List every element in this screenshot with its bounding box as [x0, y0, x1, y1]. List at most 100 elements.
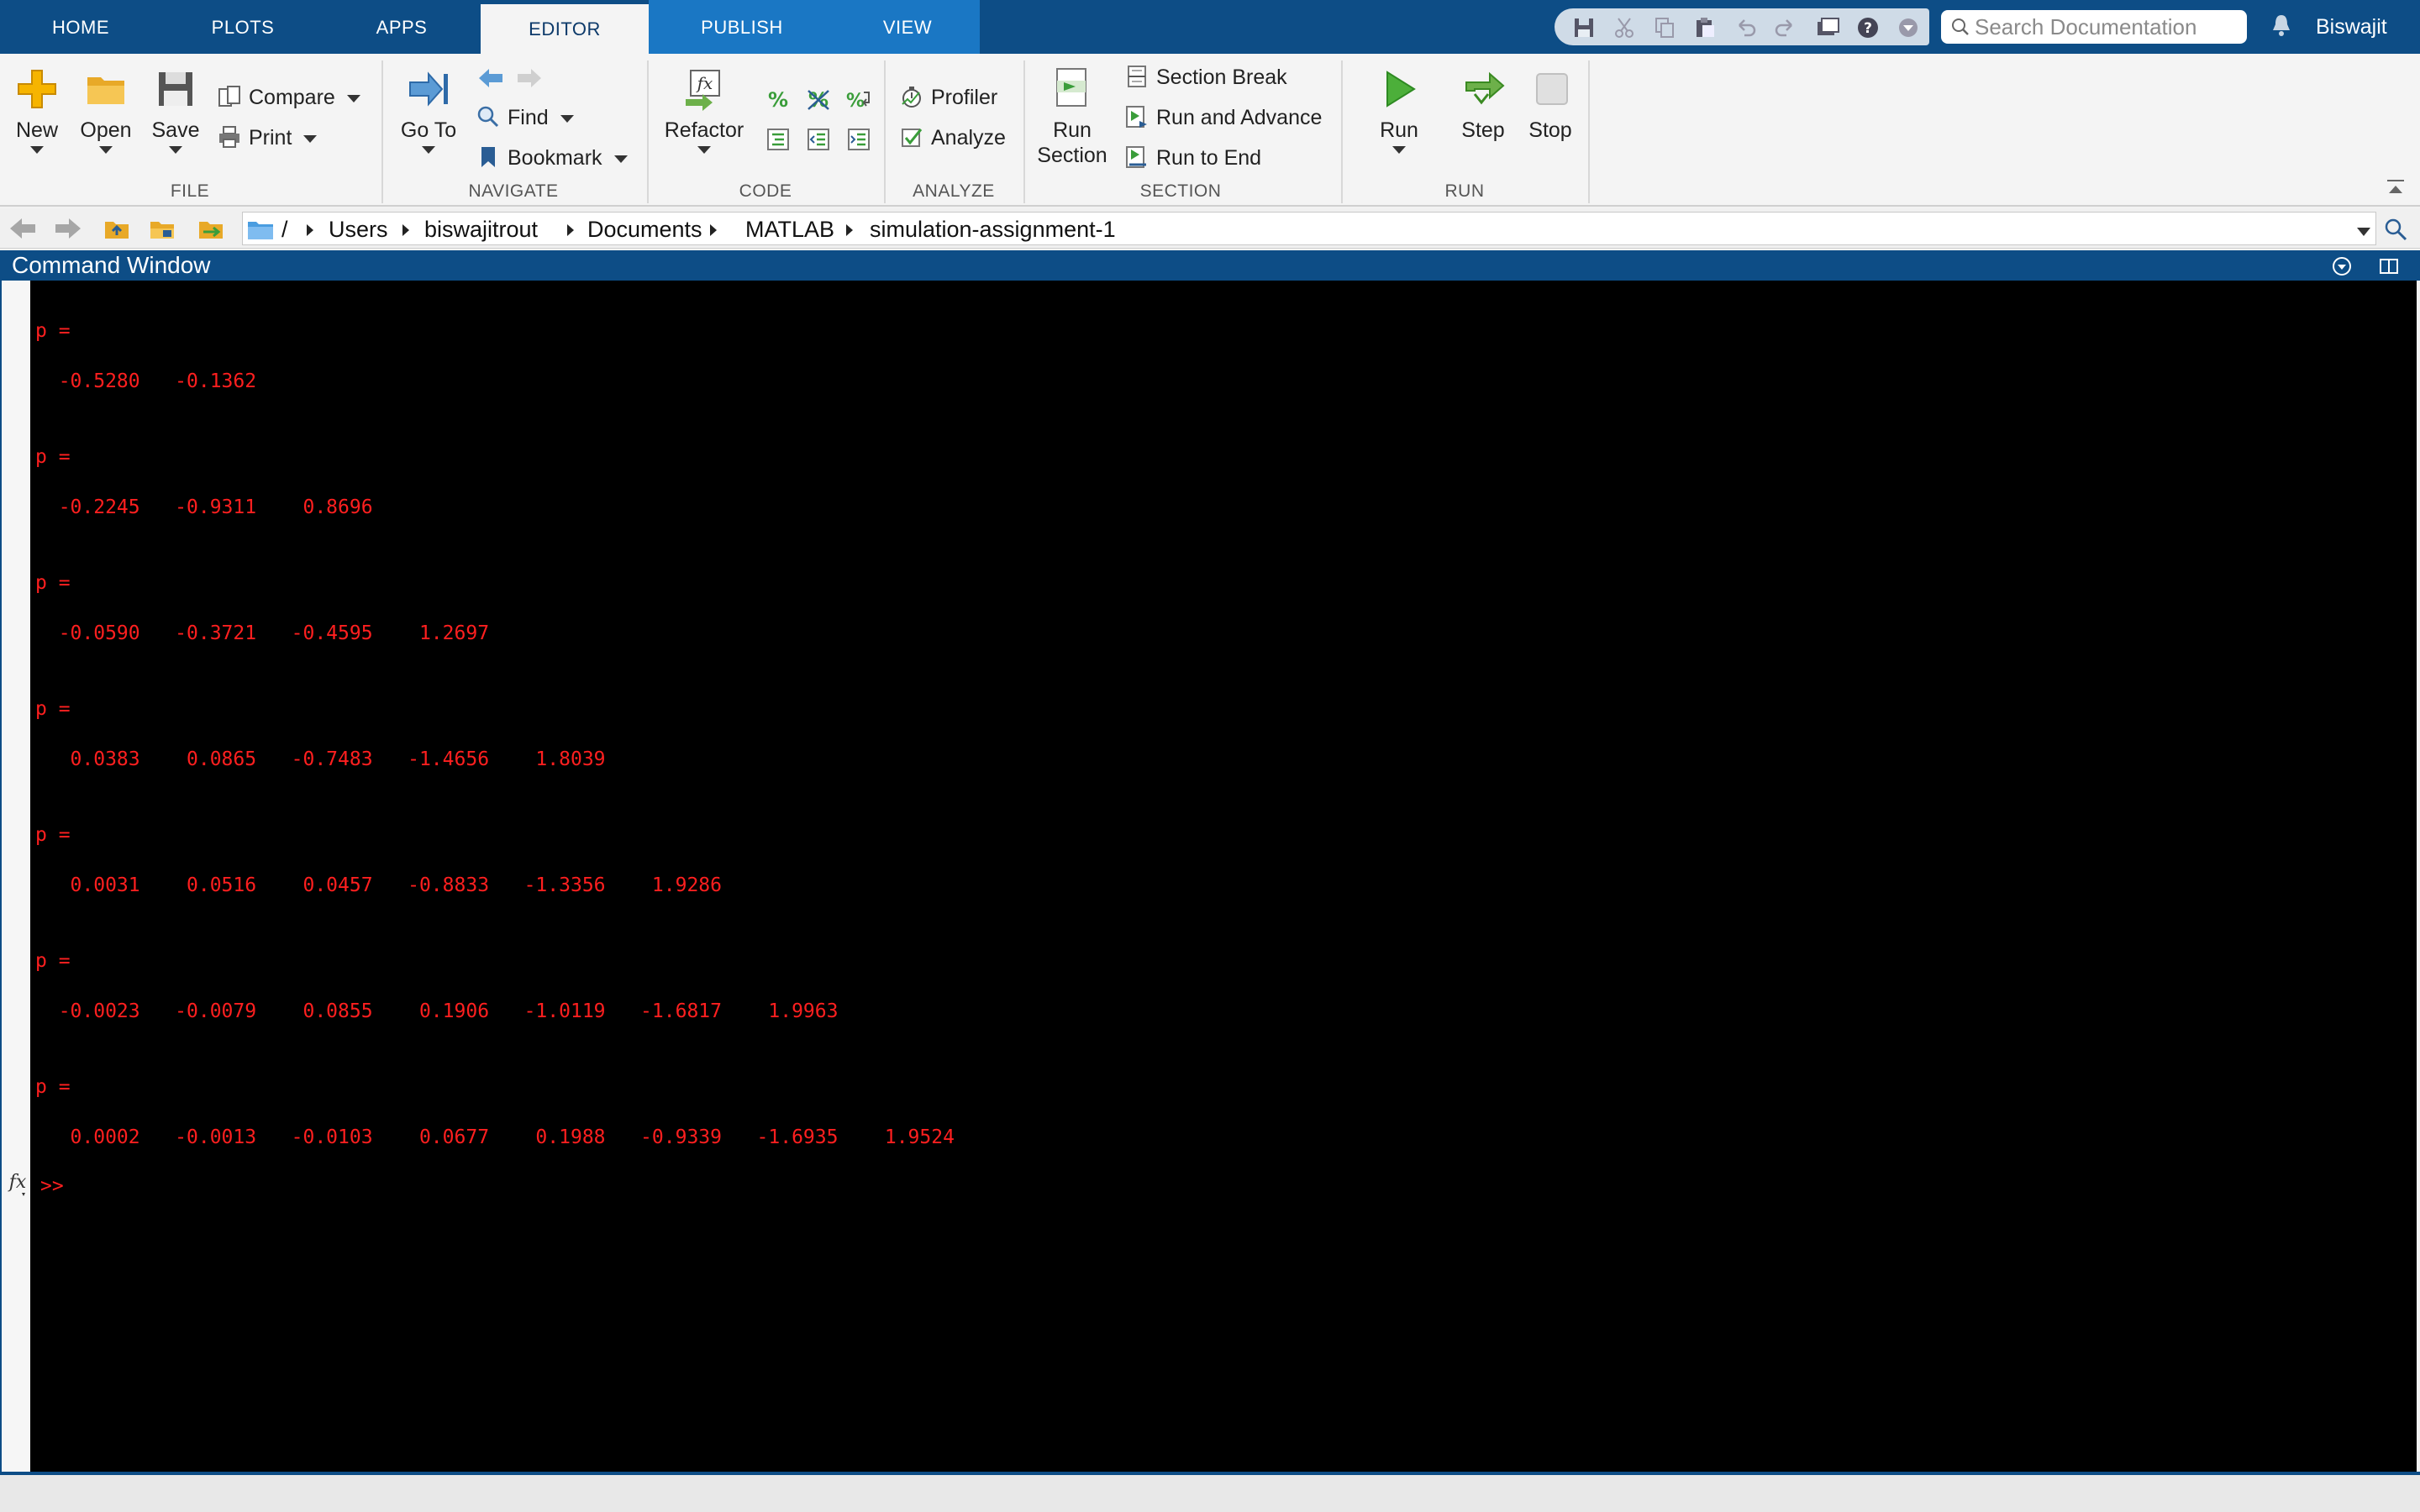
- increase-indent-icon[interactable]: [845, 126, 872, 153]
- find-magnifier-icon: [477, 107, 499, 128]
- tab-home[interactable]: HOME: [20, 0, 141, 54]
- run-label: Run: [1380, 118, 1418, 142]
- go-to-button[interactable]: Go To: [395, 66, 462, 154]
- new-dropdown-icon: [30, 146, 44, 154]
- cut-icon[interactable]: [1612, 15, 1637, 40]
- output-values: 0.0383 0.0865 -0.7483 -1.4656 1.8039: [35, 748, 606, 770]
- comment-percent-icon[interactable]: %: [765, 86, 792, 113]
- breadcrumb-separator-icon[interactable]: [402, 224, 409, 236]
- command-prompt[interactable]: >>: [40, 1174, 64, 1198]
- tab-editor[interactable]: EDITOR: [481, 0, 649, 54]
- bookmark-button[interactable]: Bookmark: [476, 141, 628, 175]
- path-address-field[interactable]: / Users biswajitrout Documents MATLAB si…: [242, 212, 2376, 245]
- save-icon[interactable]: [1571, 15, 1597, 40]
- breadcrumb-users[interactable]: Users: [329, 213, 388, 246]
- run-and-advance-label: Run and Advance: [1156, 106, 1323, 129]
- back-arrow-icon[interactable]: [476, 66, 506, 91]
- open-label: Open: [80, 118, 132, 142]
- notification-bell-icon[interactable]: [2269, 12, 2294, 39]
- undock-window-icon[interactable]: [2378, 255, 2400, 277]
- run-section-icon: [1056, 68, 1086, 107]
- window-actions-menu-icon[interactable]: [2331, 255, 2353, 277]
- run-section-button[interactable]: Run Section: [1032, 66, 1113, 168]
- forward-icon[interactable]: [54, 215, 82, 242]
- path-history-dropdown-icon[interactable]: [2357, 228, 2370, 236]
- search-input[interactable]: Search Documentation: [1975, 10, 2196, 44]
- analyze-label: Analyze: [931, 126, 1006, 150]
- find-label: Find: [508, 106, 549, 129]
- output-variable-label: p =: [35, 698, 71, 720]
- group-label-file: FILE: [170, 181, 210, 201]
- compare-label: Compare: [249, 86, 335, 109]
- group-label-analyze: ANALYZE: [913, 181, 995, 201]
- breadcrumb-current-folder[interactable]: simulation-assignment-1: [870, 213, 1116, 246]
- tab-apps[interactable]: APPS: [363, 0, 440, 54]
- save-button[interactable]: Save: [150, 66, 202, 154]
- step-arrow-icon: [1465, 71, 1505, 105]
- stop-square-icon: [1536, 73, 1568, 105]
- user-account-menu[interactable]: Biswajit: [2316, 0, 2387, 54]
- toolstrip-tabs: HOME PLOTS APPS EDITOR PUBLISH VIEW ? Se…: [0, 0, 2420, 54]
- current-folder-bar: / Users biswajitrout Documents MATLAB si…: [0, 208, 2420, 249]
- profiler-button[interactable]: Profiler: [899, 81, 997, 114]
- folder-history-icon[interactable]: [197, 215, 225, 242]
- step-button[interactable]: Step: [1454, 66, 1512, 143]
- open-button[interactable]: Open: [79, 66, 133, 154]
- group-label-run: RUN: [1444, 181, 1485, 201]
- new-label: New: [15, 118, 58, 142]
- go-to-dropdown-icon: [422, 146, 435, 154]
- save-label: Save: [151, 118, 200, 142]
- step-label: Step: [1461, 118, 1505, 142]
- run-section-label-line1: Run: [1053, 118, 1092, 142]
- find-button[interactable]: Find: [476, 101, 574, 134]
- tab-plots[interactable]: PLOTS: [193, 0, 292, 54]
- redo-icon[interactable]: [1773, 15, 1798, 40]
- uncomment-icon[interactable]: %: [805, 86, 832, 113]
- paste-icon[interactable]: [1692, 15, 1718, 40]
- breadcrumb-separator-icon[interactable]: [567, 224, 574, 236]
- new-button[interactable]: New: [12, 66, 62, 154]
- section-break-button[interactable]: Section Break: [1124, 60, 1287, 94]
- run-and-advance-button[interactable]: Run and Advance: [1124, 101, 1322, 134]
- search-documentation[interactable]: Search Documentation: [1941, 10, 2247, 44]
- wrap-comments-icon[interactable]: %: [845, 86, 872, 113]
- browse-folder-icon[interactable]: [148, 215, 176, 242]
- copy-icon[interactable]: [1652, 15, 1677, 40]
- function-browser-fx-icon[interactable]: fx: [7, 1171, 30, 1201]
- print-dropdown-icon: [303, 134, 318, 143]
- back-icon[interactable]: [8, 215, 37, 242]
- breadcrumb-separator-icon[interactable]: [710, 224, 717, 236]
- breadcrumb-matlab[interactable]: MATLAB: [745, 213, 834, 246]
- run-button[interactable]: Run: [1368, 66, 1430, 154]
- output-variable-label: p =: [35, 446, 71, 468]
- undo-icon[interactable]: [1733, 15, 1758, 40]
- breadcrumb-separator-icon[interactable]: [307, 224, 313, 236]
- compare-button[interactable]: Compare: [217, 81, 360, 114]
- breadcrumb-documents[interactable]: Documents: [587, 213, 702, 246]
- breadcrumb-root[interactable]: /: [281, 213, 288, 246]
- bookmark-icon: [481, 147, 495, 168]
- output-values: -0.5280 -0.1362: [35, 370, 257, 392]
- refactor-button[interactable]: fx Refactor: [660, 66, 748, 154]
- tab-publish[interactable]: PUBLISH: [649, 0, 835, 54]
- compare-icon: [218, 86, 240, 108]
- up-one-level-icon[interactable]: [103, 215, 131, 242]
- collapse-toolstrip-icon[interactable]: [2385, 176, 2407, 198]
- help-icon[interactable]: ?: [1855, 15, 1881, 40]
- forward-arrow-icon[interactable]: [514, 66, 544, 91]
- command-window-console[interactable]: p = -0.5280 -0.1362 p = -0.2245 -0.9311 …: [30, 281, 2417, 1472]
- print-button[interactable]: Print: [217, 121, 318, 155]
- smart-indent-icon[interactable]: [765, 126, 792, 153]
- breadcrumb-separator-icon[interactable]: [846, 224, 853, 236]
- analyze-check-icon: [902, 129, 923, 148]
- analyze-button[interactable]: Analyze: [899, 121, 1006, 155]
- customize-dropdown-icon[interactable]: [1896, 15, 1921, 40]
- run-to-end-button[interactable]: Run to End: [1124, 141, 1261, 175]
- svg-text:?: ?: [1864, 20, 1872, 37]
- breadcrumb-user-folder[interactable]: biswajitrout: [424, 213, 538, 246]
- tab-view[interactable]: VIEW: [835, 0, 980, 54]
- decrease-indent-icon[interactable]: [805, 126, 832, 153]
- stop-button[interactable]: Stop: [1521, 66, 1580, 143]
- switch-windows-icon[interactable]: [1815, 15, 1840, 40]
- search-folder-icon[interactable]: [2383, 217, 2408, 242]
